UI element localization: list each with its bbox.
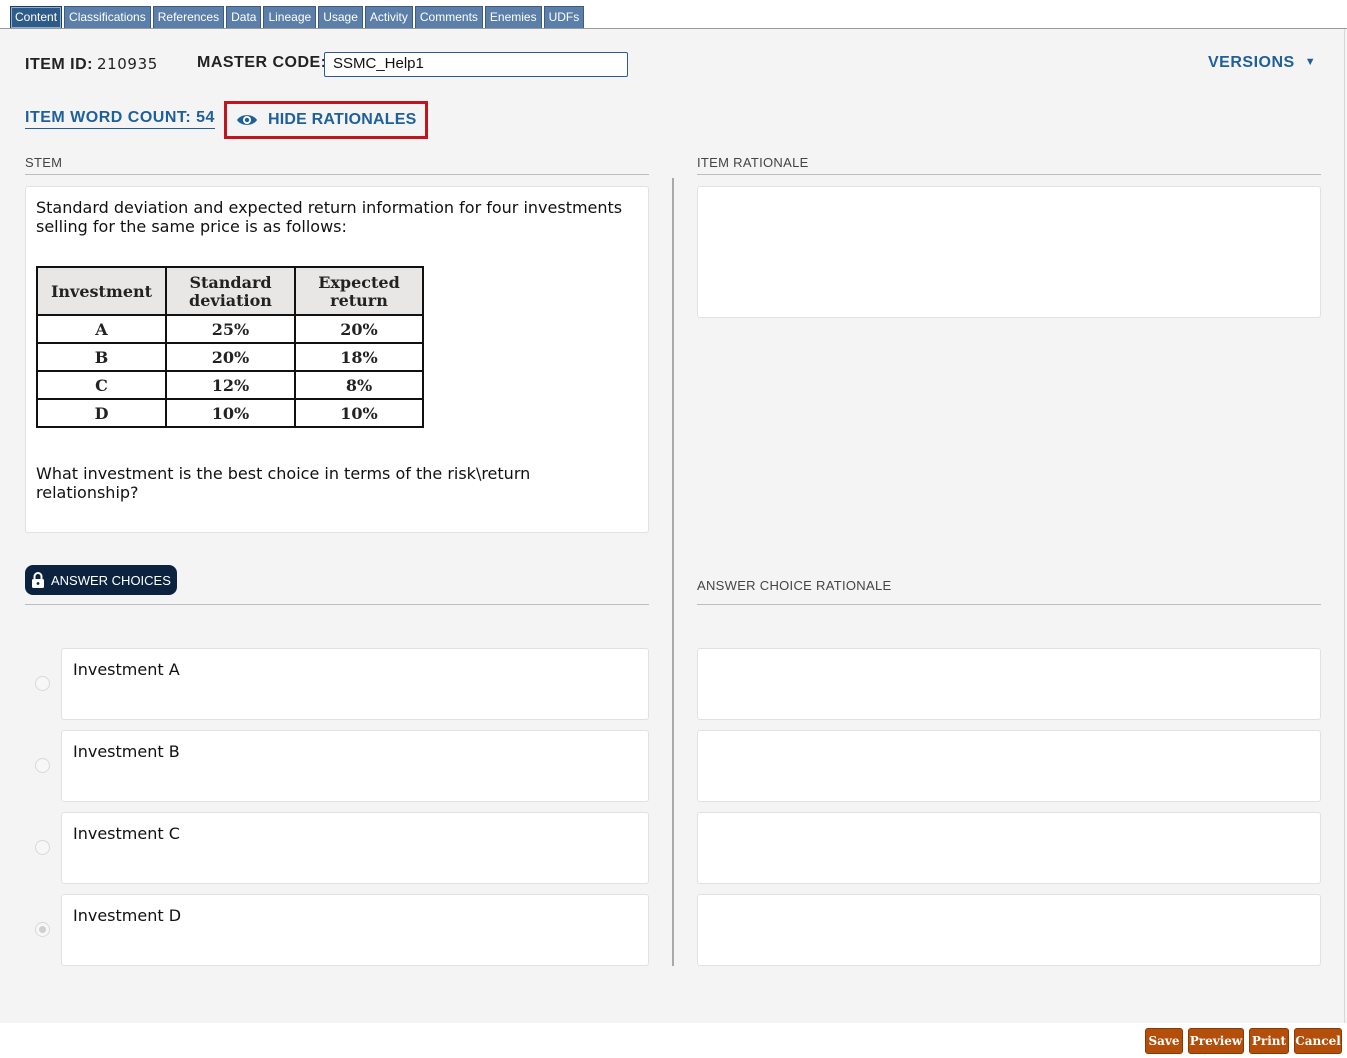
print-button[interactable]: Print — [1249, 1028, 1289, 1054]
item-id: ITEM ID: 210935 — [25, 54, 158, 74]
table-row: D 10% 10% — [36, 398, 424, 428]
stem-divider — [25, 174, 649, 175]
preview-button[interactable]: Preview — [1188, 1028, 1244, 1054]
choice-c-radio[interactable] — [35, 840, 50, 855]
column-splitter[interactable] — [672, 178, 674, 966]
tab-comments[interactable]: Comments — [414, 6, 483, 28]
choice-a-rationale-editor[interactable] — [697, 648, 1321, 720]
choice-d-radio[interactable] — [35, 922, 50, 937]
item-id-value: 210935 — [97, 55, 158, 73]
item-rationale-section-label: ITEM RATIONALE — [697, 155, 809, 170]
tab-bar: Content Classifications References Data … — [0, 0, 1347, 29]
eye-icon — [237, 115, 257, 125]
choice-a-radio[interactable] — [35, 676, 50, 691]
answer-choices-divider — [25, 604, 649, 605]
table-header: Standard deviation — [165, 266, 296, 316]
choice-d-rationale-editor[interactable] — [697, 894, 1321, 966]
answer-choices-button[interactable]: ANSWER CHOICES — [25, 565, 177, 595]
footer-bar: Save Preview Print Cancel — [0, 1023, 1347, 1058]
tab-activity[interactable]: Activity — [364, 6, 413, 28]
table-cell: 18% — [294, 342, 424, 372]
table-cell: C — [36, 370, 167, 400]
item-rationale-editor[interactable] — [697, 186, 1321, 318]
table-row: C 12% 8% — [36, 370, 424, 400]
item-id-label: ITEM ID: — [25, 56, 93, 73]
stem-intro-text: Standard deviation and expected return i… — [36, 198, 623, 236]
table-cell: 12% — [165, 370, 296, 400]
table-cell: D — [36, 398, 167, 428]
tab-list: Content Classifications References Data … — [10, 6, 585, 28]
table-header: Investment — [36, 266, 167, 316]
choice-c-editor[interactable]: Investment C — [61, 812, 649, 884]
choice-a-editor[interactable]: Investment A — [61, 648, 649, 720]
table-header-row: Investment Standard deviation Expected r… — [36, 266, 424, 316]
choice-d-text: Investment D — [73, 906, 182, 925]
tab-enemies[interactable]: Enemies — [484, 6, 542, 28]
choice-a-text: Investment A — [73, 660, 180, 679]
tab-data[interactable]: Data — [226, 6, 262, 28]
choice-d-editor[interactable]: Investment D — [61, 894, 649, 966]
answer-choices-label: ANSWER CHOICES — [51, 572, 171, 588]
table-header: Expected return — [294, 266, 424, 316]
table-cell: A — [36, 314, 167, 344]
tab-classifications[interactable]: Classifications — [64, 6, 151, 28]
master-code-input[interactable]: SSMC_Help1 — [324, 52, 628, 77]
table-cell: 25% — [165, 314, 296, 344]
caret-down-icon: ▼ — [1304, 56, 1317, 68]
answer-rationale-divider — [697, 604, 1321, 605]
item-word-count[interactable]: ITEM WORD COUNT: 54 — [25, 109, 215, 129]
answer-choice-rationale-label: ANSWER CHOICE RATIONALE — [697, 578, 892, 593]
table-row: A 25% 20% — [36, 314, 424, 344]
choice-b-editor[interactable]: Investment B — [61, 730, 649, 802]
content-panel: ITEM ID: 210935 MASTER CODE: SSMC_Help1 V… — [0, 29, 1345, 1023]
master-code-label: MASTER CODE: — [197, 54, 327, 71]
investment-table: Investment Standard deviation Expected r… — [36, 266, 424, 428]
choice-c-text: Investment C — [73, 824, 180, 843]
table-cell: 20% — [294, 314, 424, 344]
tab-udfs[interactable]: UDFs — [543, 6, 585, 28]
table-cell: 10% — [165, 398, 296, 428]
hide-rationales-label: HIDE RATIONALES — [268, 111, 417, 128]
tab-references[interactable]: References — [152, 6, 225, 28]
save-button[interactable]: Save — [1145, 1028, 1183, 1054]
lock-icon — [32, 572, 44, 588]
table-cell: 10% — [294, 398, 424, 428]
table-cell: B — [36, 342, 167, 372]
table-cell: 20% — [165, 342, 296, 372]
stem-question-text: What investment is the best choice in te… — [36, 464, 531, 502]
choice-b-radio[interactable] — [35, 758, 50, 773]
item-rationale-divider — [697, 174, 1321, 175]
tab-usage[interactable]: Usage — [318, 6, 363, 28]
choice-c-rationale-editor[interactable] — [697, 812, 1321, 884]
hide-rationales-button[interactable]: HIDE RATIONALES — [224, 101, 428, 139]
choice-b-text: Investment B — [73, 742, 180, 761]
tab-content[interactable]: Content — [10, 6, 63, 28]
versions-label: VERSIONS — [1208, 54, 1295, 71]
choice-b-rationale-editor[interactable] — [697, 730, 1321, 802]
tab-lineage[interactable]: Lineage — [263, 6, 317, 28]
table-row: B 20% 18% — [36, 342, 424, 372]
versions-dropdown[interactable]: VERSIONS ▼ — [1208, 54, 1316, 72]
stem-section-label: STEM — [25, 155, 63, 170]
table-cell: 8% — [294, 370, 424, 400]
cancel-button[interactable]: Cancel — [1294, 1028, 1342, 1054]
